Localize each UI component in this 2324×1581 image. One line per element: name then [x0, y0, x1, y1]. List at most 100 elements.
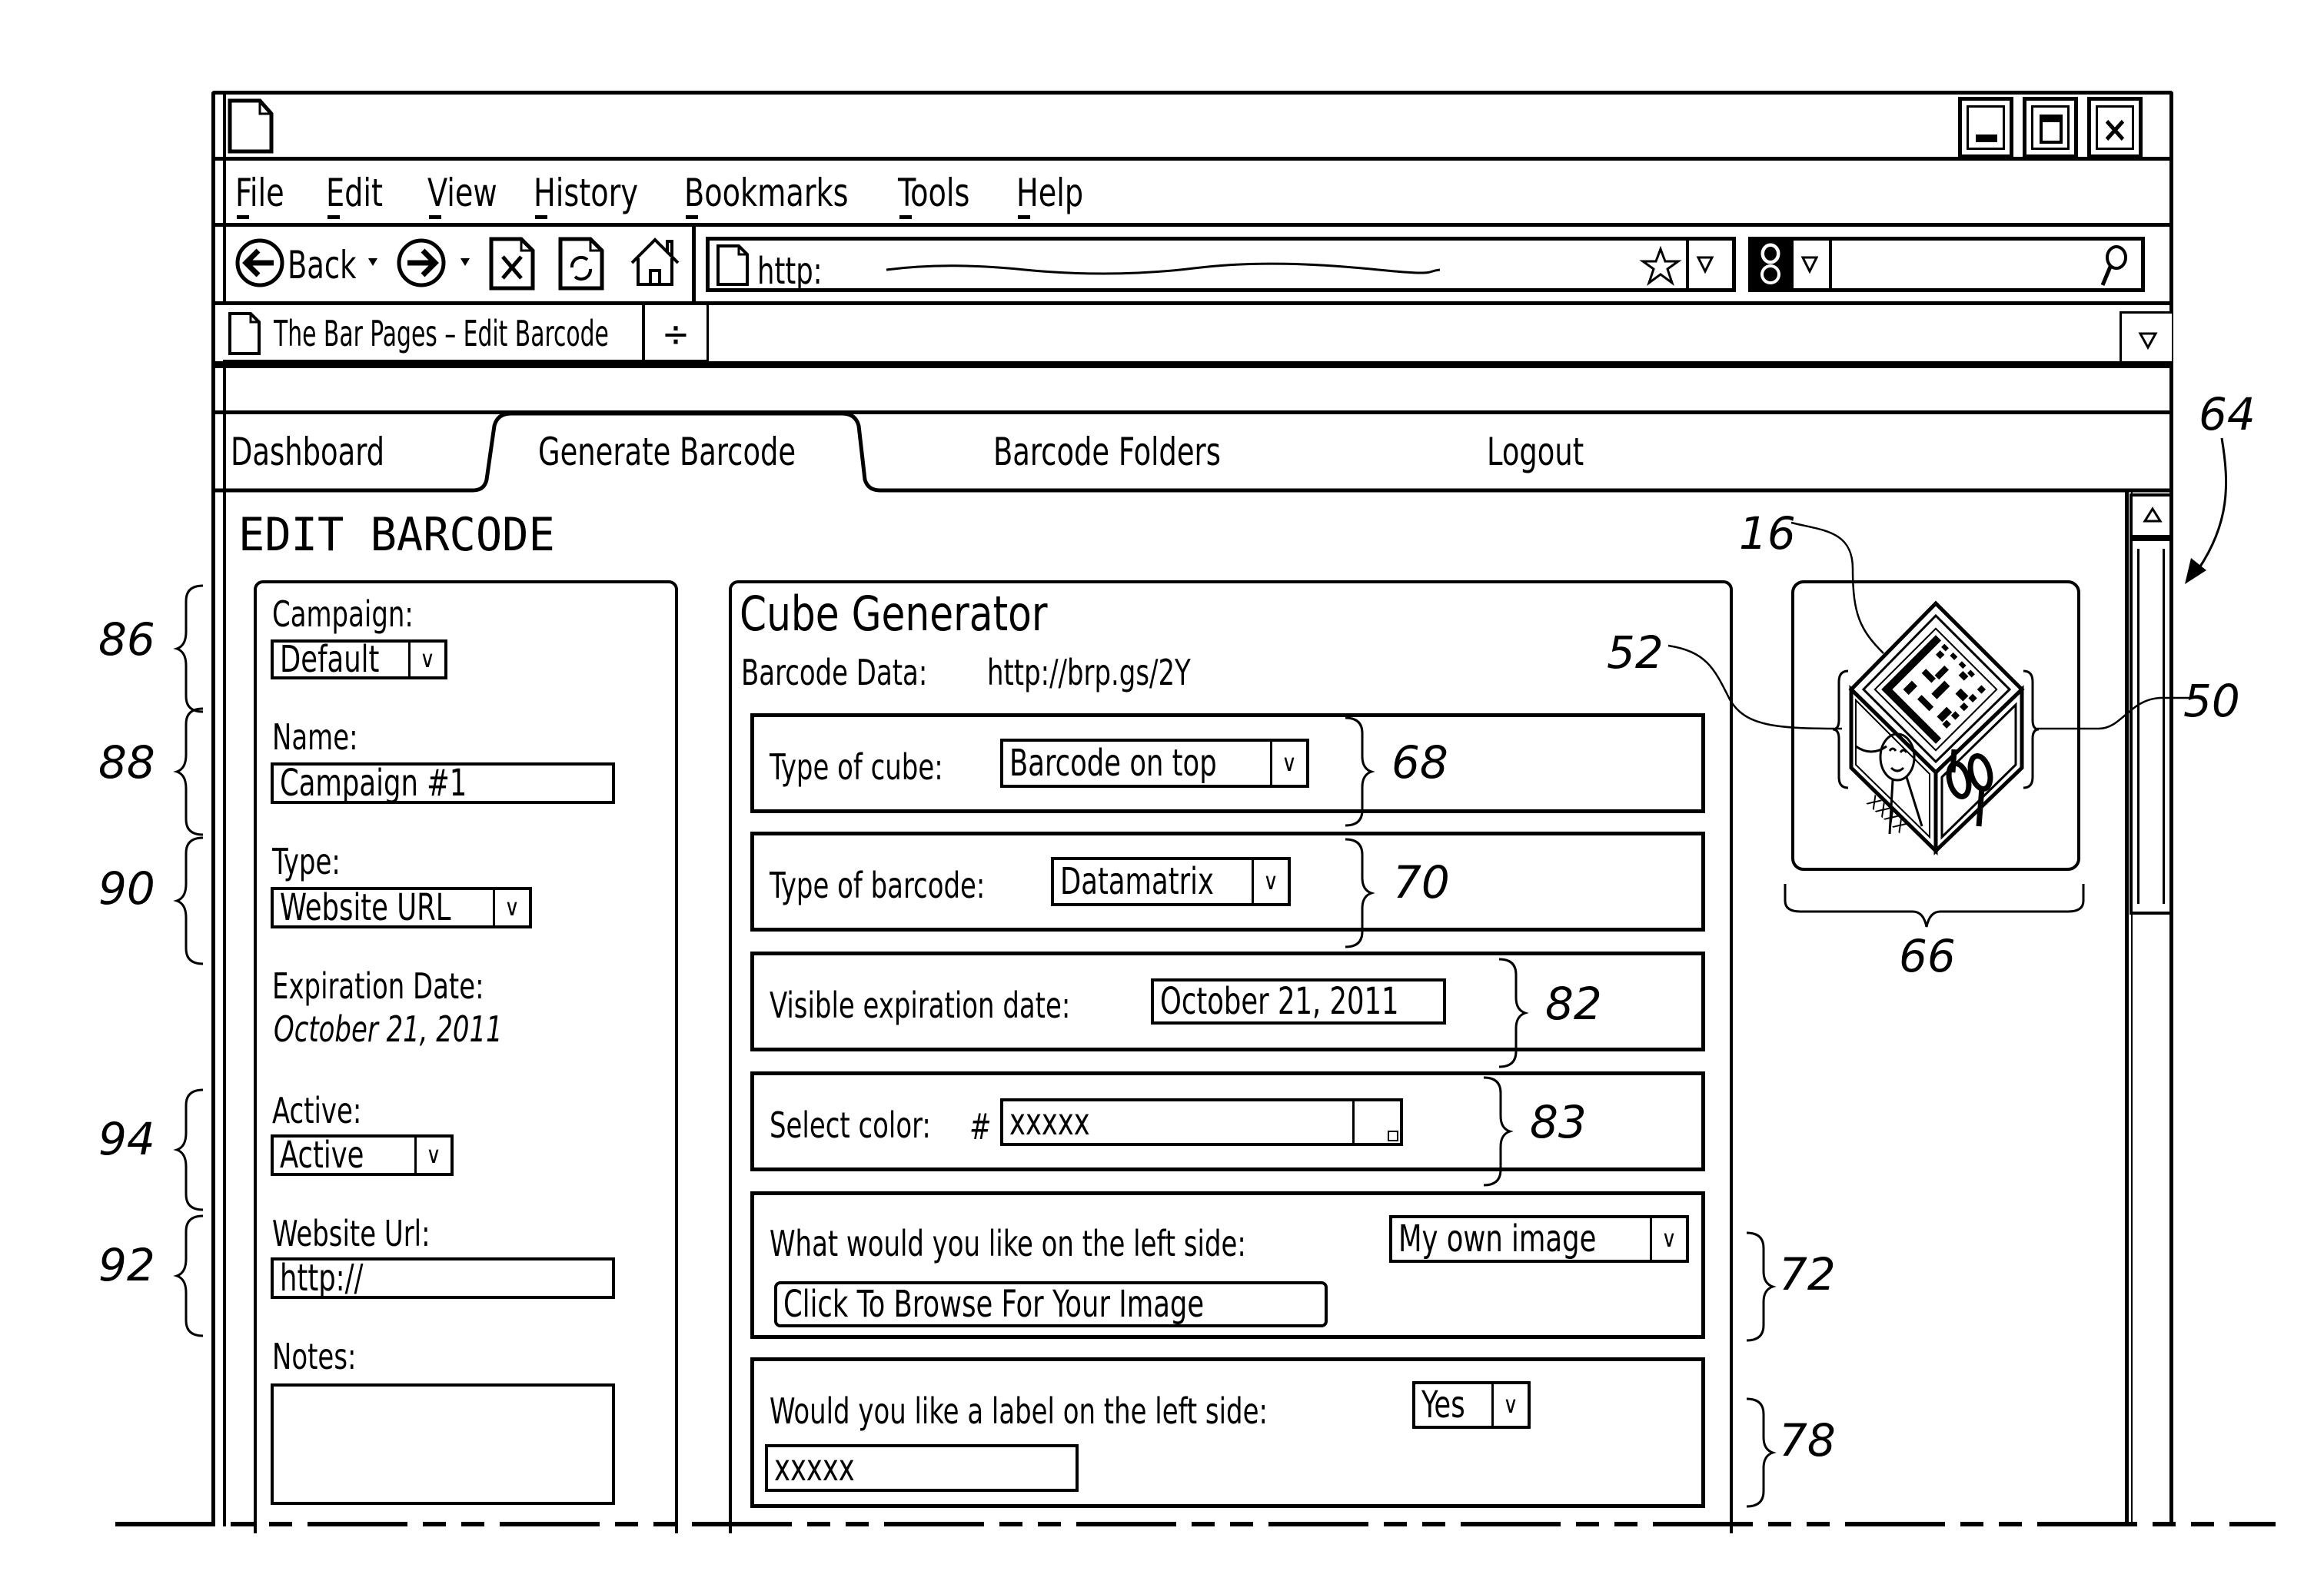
left-label-select[interactable]: Yes ∨: [1412, 1381, 1531, 1429]
triangle-up-icon: [2143, 507, 2163, 523]
ref-64-arrow: [2185, 437, 2228, 584]
forward-dropdown-icon[interactable]: [460, 257, 470, 267]
address-divider: [1686, 241, 1689, 288]
type-of-barcode-select[interactable]: Datamatrix ∨: [1051, 857, 1291, 906]
ref-92: 92: [98, 1239, 155, 1291]
scroll-up-button[interactable]: [2130, 493, 2173, 538]
close-button[interactable]: ×: [2087, 97, 2143, 158]
break-line-dash: [2229, 1522, 2276, 1526]
active-select-value: Active: [280, 1134, 364, 1177]
break-line-dash: [1076, 1522, 1176, 1526]
ref-50-leader: [2037, 696, 2191, 730]
break-line-dash: [308, 1522, 407, 1526]
type-of-cube-section: Type of cube: Barcode on top ∨: [750, 713, 1705, 813]
color-picker-button[interactable]: [1352, 1101, 1400, 1143]
maximize-icon: [2040, 115, 2063, 144]
magnifier-icon[interactable]: [2098, 245, 2129, 287]
break-line-dash: [884, 1522, 984, 1526]
forward-arrow-icon[interactable]: [397, 238, 446, 287]
nav-tab-generate-barcode[interactable]: Generate Barcode: [538, 433, 796, 471]
menu-bookmarks[interactable]: Bookmarks: [684, 171, 849, 215]
break-line-dash: [2153, 1522, 2176, 1526]
cube-generator-title: Cube Generator: [740, 586, 1048, 642]
break-line-dash: [269, 1522, 292, 1526]
stop-icon[interactable]: [489, 237, 535, 291]
select-color-input[interactable]: xxxxx: [1000, 1098, 1403, 1146]
website-url-label: Website Url:: [272, 1213, 431, 1254]
type-of-cube-select[interactable]: Barcode on top ∨: [1000, 739, 1309, 788]
active-select[interactable]: Active ∨: [271, 1134, 454, 1177]
left-label-text-input[interactable]: xxxxx: [765, 1444, 1079, 1492]
break-line-dash: [999, 1522, 1022, 1526]
website-url-input[interactable]: http://: [271, 1257, 615, 1300]
menu-file[interactable]: File: [235, 171, 284, 215]
color-swatch-icon: [1388, 1131, 1398, 1141]
address-bar[interactable]: http:: [706, 237, 1736, 292]
back-arrow-icon[interactable]: [235, 238, 284, 287]
break-line-dash: [231, 1522, 254, 1526]
new-tab-button[interactable]: ÷: [643, 305, 709, 362]
break-line-dash: [2191, 1522, 2214, 1526]
back-dropdown-icon[interactable]: [367, 257, 378, 267]
reload-icon[interactable]: [558, 237, 604, 291]
search-divider: [1829, 241, 1832, 288]
menu-view[interactable]: View: [427, 171, 497, 215]
search-engine-icon[interactable]: [1752, 241, 1790, 288]
break-line-dash: [807, 1522, 830, 1526]
star-icon[interactable]: [1639, 245, 1682, 286]
break-line-dash: [500, 1522, 600, 1526]
back-label[interactable]: Back: [288, 246, 357, 284]
ref-82: 82: [1545, 978, 1602, 1030]
search-bar[interactable]: [1748, 237, 2145, 292]
ref-78: 78: [1779, 1414, 1836, 1466]
page-title: EDIT BARCODE: [238, 508, 555, 562]
nav-tab-dashboard[interactable]: Dashboard: [231, 433, 384, 471]
page-icon: [228, 312, 261, 355]
expiration-value: October 21, 2011: [274, 1008, 503, 1050]
break-line-dash: [1845, 1522, 1945, 1526]
type-select[interactable]: Website URL ∨: [271, 886, 532, 929]
break-line-dash: [1999, 1522, 2022, 1526]
notes-textarea[interactable]: [271, 1383, 615, 1505]
browse-image-button[interactable]: Click To Browse For Your Image: [774, 1281, 1328, 1327]
type-of-barcode-section: Type of barcode: Datamatrix ∨: [750, 832, 1705, 932]
ref-83: 83: [1530, 1096, 1587, 1148]
active-label: Active:: [272, 1090, 362, 1131]
campaign-select[interactable]: Default ∨: [271, 638, 447, 681]
ref-52: 52: [1607, 626, 1664, 679]
select-color-value: xxxxx: [1009, 1101, 1090, 1144]
left-label-text-value: xxxxx: [774, 1446, 855, 1490]
menu-edit[interactable]: Edit: [326, 171, 383, 215]
notes-label: Notes:: [272, 1336, 357, 1377]
nav-tab-barcode-folders[interactable]: Barcode Folders: [993, 433, 1221, 471]
accel-underline: [686, 215, 698, 219]
ref-68: 68: [1391, 736, 1448, 789]
chevron-down-icon: ∨: [493, 890, 529, 925]
menu-tools[interactable]: Tools: [898, 171, 969, 215]
break-line-dash: [1192, 1522, 1215, 1526]
break-line-dash: [1614, 1522, 1637, 1526]
menu-history[interactable]: History: [534, 171, 638, 215]
address-dropdown-icon[interactable]: [1696, 256, 1714, 274]
ref-90: 90: [98, 862, 155, 915]
nav-tab-logout[interactable]: Logout: [1487, 433, 1584, 471]
browser-tab[interactable]: The Bar Pages – Edit Barcode: [223, 305, 644, 362]
tab-list-button[interactable]: [2120, 311, 2172, 365]
maximize-button[interactable]: [2023, 97, 2078, 158]
ref-94: 94: [98, 1113, 155, 1165]
browser-tab-title: The Bar Pages – Edit Barcode: [274, 313, 609, 354]
menu-help[interactable]: Help: [1016, 171, 1083, 215]
break-line-dash: [461, 1522, 484, 1526]
break-line-dash: [2037, 1522, 2137, 1526]
search-engine-dropdown-icon[interactable]: [1800, 256, 1819, 274]
tab-list-dropdown-icon: [2138, 332, 2158, 350]
minimize-button[interactable]: [1958, 97, 2013, 158]
break-line-dash: [1576, 1522, 1599, 1526]
chevron-down-icon: ∨: [1491, 1384, 1528, 1426]
expiration-label: Expiration Date:: [272, 965, 484, 1007]
name-input[interactable]: Campaign #1: [271, 762, 615, 805]
break-line-dash: [692, 1522, 792, 1526]
home-icon[interactable]: [629, 237, 681, 287]
ref-66: 66: [1899, 930, 1956, 982]
